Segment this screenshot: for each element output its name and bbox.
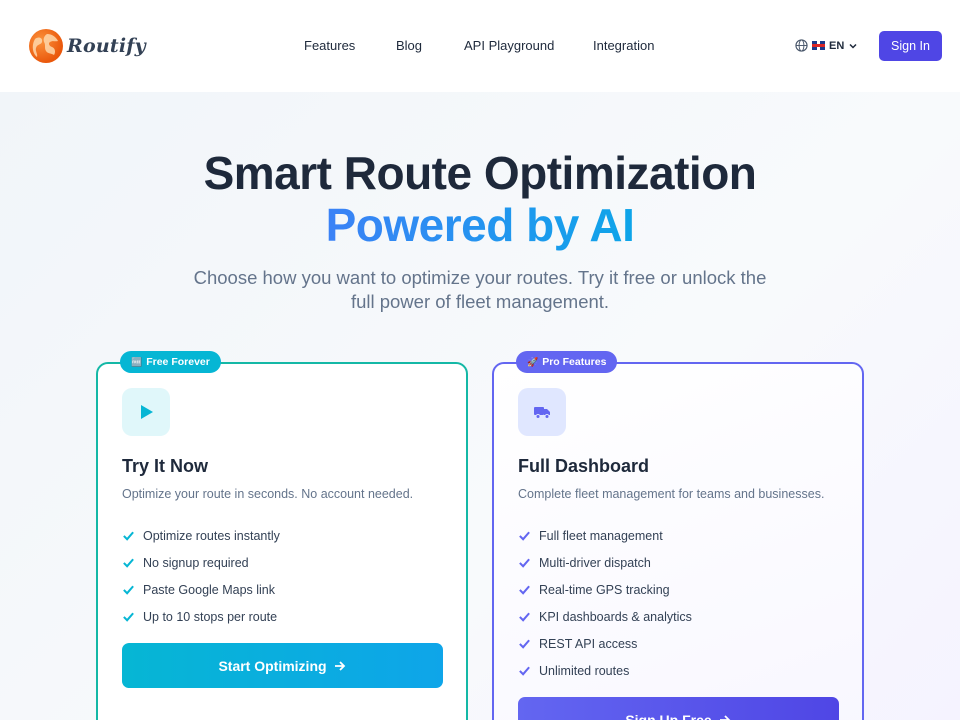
- pro-card-description: Complete fleet management for teams and …: [518, 487, 825, 501]
- start-optimizing-button[interactable]: Start Optimizing: [122, 643, 443, 688]
- list-item: Unlimited routes: [518, 657, 692, 684]
- sign-in-button[interactable]: Sign In: [879, 31, 942, 61]
- feature-label: KPI dashboards & analytics: [539, 609, 692, 624]
- sign-up-free-button[interactable]: Sign Up Free: [518, 697, 839, 720]
- feature-label: Full fleet management: [539, 528, 663, 543]
- hero-title: Smart Route Optimization: [203, 147, 757, 199]
- free-badge-label: Free Forever: [146, 356, 210, 368]
- language-selector[interactable]: EN: [795, 39, 858, 52]
- pro-badge: 🚀 Pro Features: [516, 351, 618, 373]
- check-icon: [519, 585, 530, 595]
- check-icon: [519, 612, 530, 622]
- hero-title-accent-text: Powered by AI: [325, 199, 635, 251]
- nav-link-api-playground[interactable]: API Playground: [464, 38, 554, 53]
- pro-plan-card: 🚀 Pro Features Full Dashboard Complete f…: [492, 351, 864, 720]
- nav-link-blog[interactable]: Blog: [396, 38, 422, 53]
- nav-link-integration[interactable]: Integration: [593, 38, 654, 53]
- truck-icon: [518, 388, 566, 436]
- free-badge: 🆓 Free Forever: [120, 351, 221, 373]
- list-item: Real-time GPS tracking: [518, 576, 692, 603]
- pro-feature-list: Full fleet management Multi-driver dispa…: [518, 522, 692, 684]
- play-icon: [122, 388, 170, 436]
- sign-up-free-label: Sign Up Free: [625, 711, 712, 720]
- start-optimizing-label: Start Optimizing: [218, 657, 327, 674]
- feature-label: Optimize routes instantly: [143, 528, 280, 543]
- hero-subtitle: Choose how you want to optimize your rou…: [193, 267, 767, 312]
- free-card-title: Try It Now: [122, 456, 209, 476]
- list-item: Paste Google Maps link: [122, 576, 280, 603]
- free-badge-icon: 🆓: [131, 356, 143, 367]
- check-icon: [123, 558, 134, 568]
- feature-label: Paste Google Maps link: [143, 582, 276, 597]
- uk-flag-icon: [812, 41, 825, 50]
- feature-label: Real-time GPS tracking: [539, 582, 670, 597]
- check-icon: [519, 639, 530, 649]
- chevron-down-icon: [849, 43, 857, 49]
- globe-icon: [795, 39, 808, 52]
- free-feature-list: Optimize routes instantly No signup requ…: [122, 522, 280, 630]
- feature-label: No signup required: [143, 555, 249, 570]
- list-item: Optimize routes instantly: [122, 522, 280, 549]
- list-item: No signup required: [122, 549, 280, 576]
- feature-label: Multi-driver dispatch: [539, 555, 651, 570]
- list-item: Up to 10 stops per route: [122, 603, 280, 630]
- nav-link-features[interactable]: Features: [304, 38, 355, 53]
- check-icon: [123, 531, 134, 541]
- check-icon: [123, 585, 134, 595]
- check-icon: [519, 558, 530, 568]
- check-icon: [123, 612, 134, 622]
- arrow-right-icon: [334, 660, 345, 671]
- language-code: EN: [829, 39, 845, 52]
- feature-label: REST API access: [539, 636, 638, 651]
- list-item: Multi-driver dispatch: [518, 549, 692, 576]
- pro-badge-label: Pro Features: [542, 356, 607, 368]
- check-icon: [519, 666, 530, 676]
- free-card-description: Optimize your route in seconds. No accou…: [122, 487, 414, 501]
- rocket-icon: 🚀: [527, 356, 539, 367]
- feature-label: Unlimited routes: [539, 663, 630, 678]
- site-header: Routify Features Blog API Playground Int…: [0, 0, 960, 92]
- free-plan-card: 🆓 Free Forever Try It Now Optimize your …: [96, 351, 468, 720]
- list-item: Full fleet management: [518, 522, 692, 549]
- feature-label: Up to 10 stops per route: [143, 609, 278, 624]
- pro-card-title: Full Dashboard: [518, 456, 650, 476]
- list-item: KPI dashboards & analytics: [518, 603, 692, 630]
- hero-title-accent: Powered by AI: [0, 198, 960, 252]
- arrow-right-icon: [719, 714, 730, 720]
- list-item: REST API access: [518, 630, 692, 657]
- check-icon: [519, 531, 530, 541]
